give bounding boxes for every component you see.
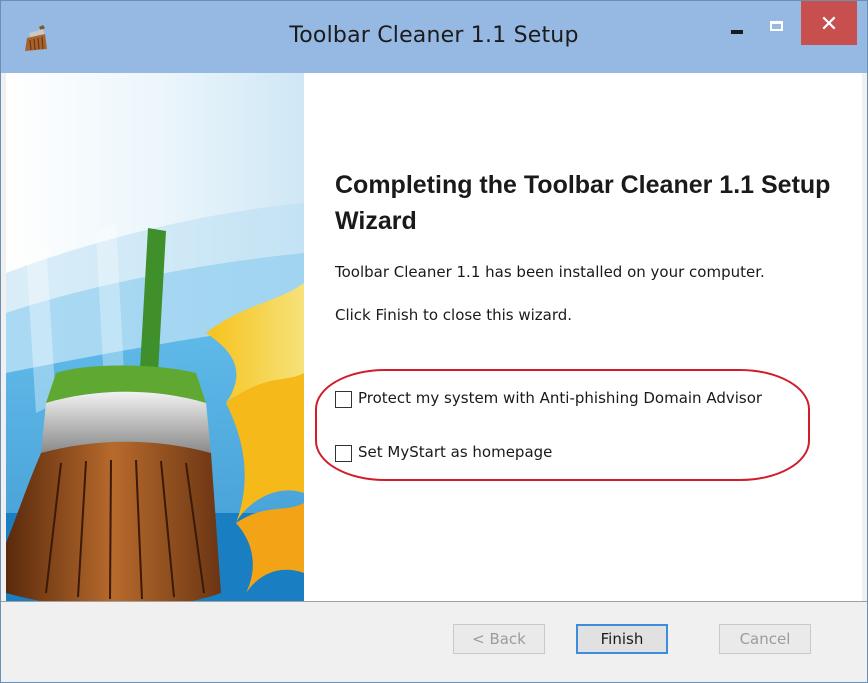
back-button[interactable]: < Back [453,624,545,654]
highlight-ellipse [315,369,810,481]
installed-message: Toolbar Cleaner 1.1 has been installed o… [335,263,765,281]
cancel-button[interactable]: Cancel [719,624,811,654]
broom-with-flames-image [6,73,304,601]
title-bar[interactable]: Toolbar Cleaner 1.1 Setup ✕ [1,1,867,73]
finish-instruction: Click Finish to close this wizard. [335,306,573,324]
anti-phishing-checkbox[interactable] [335,390,352,408]
wizard-content: Completing the Toolbar Cleaner 1.1 Setup… [6,73,862,601]
mystart-homepage-checkbox[interactable] [335,444,352,462]
mystart-homepage-option[interactable]: Set MyStart as homepage [335,442,552,462]
anti-phishing-label[interactable]: Protect my system with Anti-phishing Dom… [358,389,762,407]
close-icon: ✕ [819,12,839,37]
maximize-button[interactable] [757,1,797,45]
minimize-button[interactable] [717,1,757,45]
anti-phishing-option[interactable]: Protect my system with Anti-phishing Dom… [335,388,762,408]
setup-window: Toolbar Cleaner 1.1 Setup ✕ Completing t… [0,0,868,683]
completion-heading: Completing the Toolbar Cleaner 1.1 Setup… [335,171,831,235]
close-button[interactable]: ✕ [801,1,857,45]
mystart-homepage-label[interactable]: Set MyStart as homepage [358,443,552,461]
finish-button[interactable]: Finish [576,624,668,654]
